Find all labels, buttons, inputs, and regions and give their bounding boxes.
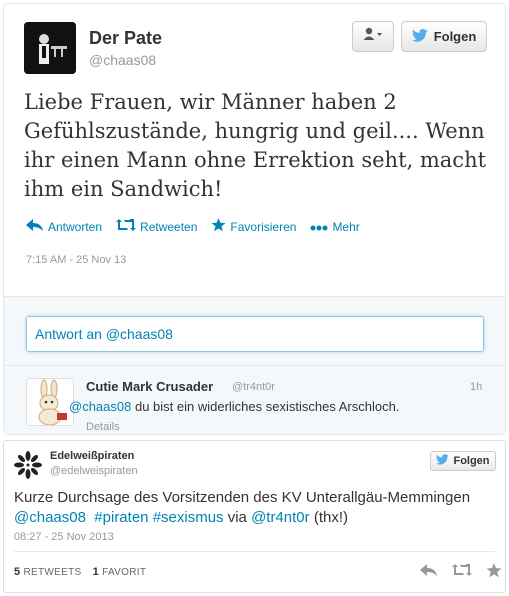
favorite-label: Favorisieren (230, 219, 297, 234)
reply-text: @chaas08 du bist ein widerliches sexisti… (69, 399, 399, 414)
more-button[interactable]: Mehr (310, 218, 360, 235)
tweet-actions: Antworten Retweeten Favorisieren Mehr (26, 218, 360, 235)
embed-hashtag[interactable]: #sexismus (153, 509, 224, 526)
embed-author-handle[interactable]: @edelweispiraten (50, 465, 138, 477)
star-icon (211, 218, 226, 235)
twitter-bird-icon (436, 454, 450, 468)
reply-tweet[interactable]: Cutie Mark Crusader @tr4nt0r 1h @chaas08… (4, 366, 505, 434)
embed-actions (420, 563, 502, 583)
embed-text-part: via (223, 509, 252, 526)
more-icon (310, 220, 328, 234)
retweet-button[interactable]: Retweeten (116, 218, 197, 235)
reply-age[interactable]: 1h (470, 381, 482, 393)
reply-mention[interactable]: @chaas08 (69, 399, 131, 414)
embed-timestamp[interactable]: 08:27 - 25 Nov 2013 (14, 531, 114, 543)
embed-mention[interactable]: @chaas08 (14, 509, 86, 526)
tweet-text: Liebe Frauen, wir Männer haben 2 Gefühls… (24, 90, 487, 201)
tweet-timestamp[interactable]: 7:15 AM - 25 Nov 13 (26, 254, 126, 266)
user-icon (363, 27, 383, 46)
embed-text-part: (thx!) (309, 509, 348, 526)
retweet-count[interactable]: 5 (14, 566, 20, 578)
embed-hashtag[interactable]: #piraten (94, 509, 148, 526)
more-label: Mehr (332, 219, 360, 234)
reply-icon (26, 219, 44, 234)
reply-button[interactable]: Antworten (26, 218, 102, 235)
follow-label: Folgen (433, 29, 477, 44)
reply-body: du bist ein widerliches sexistisches Ars… (131, 399, 400, 414)
favorite-button[interactable]: Favorisieren (211, 218, 296, 235)
author-name[interactable]: Der Pate (89, 28, 162, 49)
retweet-icon (116, 219, 137, 234)
follow-button[interactable]: Folgen (430, 451, 496, 471)
reply-author-name[interactable]: Cutie Mark Crusader (86, 379, 213, 394)
embedded-tweet: Edelweißpiraten @edelweispiraten Folgen … (3, 440, 506, 593)
reply-input[interactable]: Antwort an @chaas08 (26, 316, 484, 352)
twitter-bird-icon (411, 28, 428, 45)
avatar[interactable] (26, 378, 74, 426)
details-link[interactable]: Details (86, 421, 120, 433)
avatar[interactable] (14, 451, 42, 479)
embed-author-name[interactable]: Edelweißpiraten (50, 450, 134, 462)
follow-label: Folgen (453, 455, 490, 467)
avatar[interactable] (24, 22, 76, 74)
retweet-count-label[interactable]: RETWEETS (24, 567, 82, 578)
embed-text-part: Kurze Durchsage des Vorsitzenden des KV … (14, 489, 471, 506)
star-icon[interactable] (486, 563, 502, 583)
follow-button[interactable]: Folgen (401, 21, 487, 52)
embed-mention[interactable]: @tr4nt0r (251, 509, 310, 526)
reply-box: Antwort an @chaas08 (4, 296, 505, 366)
divider (14, 551, 495, 552)
retweet-icon[interactable] (452, 563, 472, 583)
favorite-count[interactable]: 1 (93, 566, 99, 578)
retweet-label: Retweeten (140, 219, 198, 234)
favorite-count-label[interactable]: FAVORIT (102, 567, 146, 578)
reply-label: Antworten (48, 219, 103, 234)
user-actions-button[interactable] (352, 21, 394, 52)
tweet-card: Der Pate @chaas08 Folgen Liebe Frauen, w… (3, 3, 506, 435)
reply-author-handle[interactable]: @tr4nt0r (232, 381, 275, 393)
author-handle[interactable]: @chaas08 (89, 52, 156, 68)
embed-tweet-text: Kurze Durchsage des Vorsitzenden des KV … (14, 488, 494, 528)
reply-icon[interactable] (420, 563, 438, 583)
tweet-stats: 5 RETWEETS 1 FAVORIT (14, 566, 146, 578)
